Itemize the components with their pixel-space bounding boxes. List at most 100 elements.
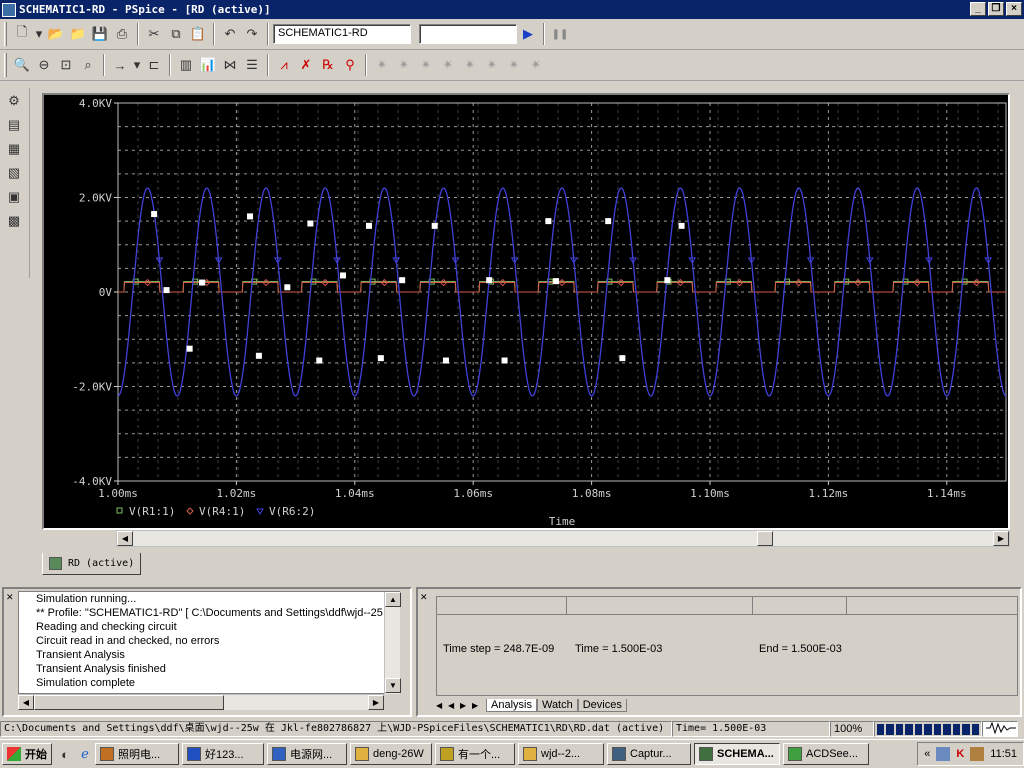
taskbar-item[interactable]: 电源网... <box>267 743 347 765</box>
tab-devices[interactable]: Devices <box>577 698 627 712</box>
fourier-icon[interactable]: ▥ <box>175 54 197 76</box>
mark-label-icon[interactable]: ⚲ <box>339 54 361 76</box>
task-app-icon <box>440 747 454 761</box>
log-line: Transient Analysis <box>36 649 125 661</box>
output-scroll-thumb[interactable] <box>34 695 224 710</box>
white-marker <box>545 218 552 225</box>
antivirus-tray-icon[interactable]: K <box>956 748 964 760</box>
taskbar-item[interactable]: wjd--2... <box>518 743 604 765</box>
output-scroll-down[interactable]: ▼ <box>385 678 401 693</box>
cut-icon[interactable]: ✂ <box>143 23 165 45</box>
plot-horizontal-scrollbar[interactable]: ◀ ▶ <box>116 530 1010 547</box>
simulation-profile-field[interactable]: SCHEMATIC1-RD <box>273 24 411 44</box>
output-pane-close-icon[interactable]: ✕ <box>6 592 14 603</box>
run-icon[interactable]: ▶ <box>517 23 539 45</box>
task-label: deng-26W <box>373 748 424 760</box>
scroll-thumb[interactable] <box>757 531 773 546</box>
pause-icon[interactable]: ❚❚ <box>549 23 571 45</box>
cursor-peak-search-icon[interactable]: ✴ <box>371 54 393 76</box>
cursor-point-icon[interactable]: ✴ <box>481 54 503 76</box>
tray-expand-icon[interactable]: « <box>924 748 930 760</box>
zoom-fit-icon[interactable]: ⌕ <box>77 54 99 76</box>
white-marker <box>619 355 626 362</box>
output-vertical-scrollbar[interactable]: ▲ ▼ <box>384 592 401 694</box>
cursor-slope-icon[interactable]: ✴ <box>415 54 437 76</box>
zoom-out-icon[interactable]: ⊖ <box>33 54 55 76</box>
restore-button[interactable]: ❐ <box>988 2 1004 16</box>
output-scroll-left[interactable]: ◀ <box>18 695 34 710</box>
white-marker <box>199 279 206 286</box>
task-label: 照明电... <box>118 749 161 761</box>
zoom-in-icon[interactable]: 🔍 <box>11 54 33 76</box>
taskbar-item[interactable]: 好123... <box>182 743 264 765</box>
open-project-icon[interactable]: 📁 <box>67 23 89 45</box>
minimize-button[interactable]: _ <box>970 2 986 16</box>
taskbar-item[interactable]: 照明电... <box>95 743 179 765</box>
cursor-min-icon[interactable]: ✴ <box>437 54 459 76</box>
output-scroll-right[interactable]: ▶ <box>368 695 384 710</box>
secondary-field[interactable] <box>419 24 517 44</box>
taskbar-item[interactable]: ACDSee... <box>783 743 869 765</box>
tab-last-arrow[interactable]: ▶ <box>472 701 486 710</box>
log-axis-icon[interactable]: ⊏ <box>143 54 165 76</box>
pspice-app-icon <box>2 2 16 17</box>
cursor-trough-icon[interactable]: ✴ <box>393 54 415 76</box>
performance-icon[interactable]: 📊 <box>197 54 219 76</box>
view-schematic-icon[interactable]: ▤ <box>3 114 25 136</box>
volume-tray-icon[interactable] <box>970 747 985 761</box>
axis-dropdown-icon[interactable]: ▾ <box>131 54 143 76</box>
tab-prev-arrow[interactable]: ◀ <box>448 701 460 710</box>
undo-icon[interactable]: ↶ <box>219 23 241 45</box>
print-icon[interactable]: ⎙ <box>111 23 133 45</box>
output-scroll-up[interactable]: ▲ <box>385 592 401 607</box>
cursor-next-icon[interactable]: ✴ <box>525 54 547 76</box>
tab-rd-active[interactable]: RD (active) <box>42 553 142 575</box>
cursor-search-icon[interactable]: ✴ <box>503 54 525 76</box>
white-marker <box>553 278 560 285</box>
taskbar-item[interactable]: SCHEMA... <box>694 743 780 765</box>
quicklaunch-ie-icon[interactable]: ◐ <box>55 743 75 765</box>
x-tick-label: 1.12ms <box>809 487 849 500</box>
save-icon[interactable]: 💾 <box>89 23 111 45</box>
tab-first-arrow[interactable]: ◀ <box>436 701 448 710</box>
tab-analysis[interactable]: Analysis <box>486 698 537 712</box>
output-horizontal-scrollbar[interactable]: ◀ ▶ <box>18 694 384 710</box>
cursor-peak-icon[interactable]: ✗ <box>295 54 317 76</box>
close-button[interactable]: × <box>1006 2 1022 16</box>
status-zoom: 100% <box>830 721 874 737</box>
scroll-right-arrow[interactable]: ▶ <box>993 531 1009 546</box>
open-folder-icon[interactable]: 📂 <box>45 23 67 45</box>
simulate-icon[interactable]: ⚙ <box>3 90 25 112</box>
status-pane-close-icon[interactable]: ✕ <box>420 592 428 603</box>
view-probe-icon[interactable]: ▣ <box>3 186 25 208</box>
tab-next-arrow[interactable]: ▶ <box>460 701 472 710</box>
white-marker <box>501 357 508 364</box>
cursor-toggle-icon[interactable]: ⩘ <box>273 54 295 76</box>
white-marker <box>377 355 384 362</box>
taskbar-item[interactable]: deng-26W <box>350 743 432 765</box>
scroll-left-arrow[interactable]: ◀ <box>117 531 133 546</box>
view-netlist-icon[interactable]: ▧ <box>3 162 25 184</box>
view-results-icon[interactable]: ▩ <box>3 210 25 232</box>
copy-icon[interactable]: ⧉ <box>165 23 187 45</box>
white-marker <box>678 222 685 229</box>
tab-watch[interactable]: Watch <box>536 698 578 712</box>
new-file-icon[interactable]: 🗋 <box>11 23 33 45</box>
taskbar-item[interactable]: 有一个... <box>435 743 515 765</box>
quicklaunch-e-icon[interactable]: ℯ <box>75 743 95 765</box>
paste-icon[interactable]: 📋 <box>187 23 209 45</box>
axis-arrow-icon[interactable]: → <box>109 54 131 76</box>
new-dropdown-icon[interactable]: ▾ <box>33 23 45 45</box>
cursor-max-icon[interactable]: ✴ <box>459 54 481 76</box>
add-trace-icon[interactable]: ⋈ <box>219 54 241 76</box>
eval-goal-icon[interactable]: ☰ <box>241 54 263 76</box>
start-button[interactable]: 开始 <box>2 743 52 765</box>
taskbar-item[interactable]: Captur... <box>607 743 691 765</box>
view-output-icon[interactable]: ▦ <box>3 138 25 160</box>
status-path: C:\Documents and Settings\ddf\桌面\wjd--25… <box>0 721 672 737</box>
network-tray-icon[interactable] <box>936 747 951 761</box>
waveform-doc-icon <box>49 557 62 570</box>
redo-icon[interactable]: ↷ <box>241 23 263 45</box>
cursor-label-icon[interactable]: ℞ <box>317 54 339 76</box>
zoom-area-icon[interactable]: ⊡ <box>55 54 77 76</box>
